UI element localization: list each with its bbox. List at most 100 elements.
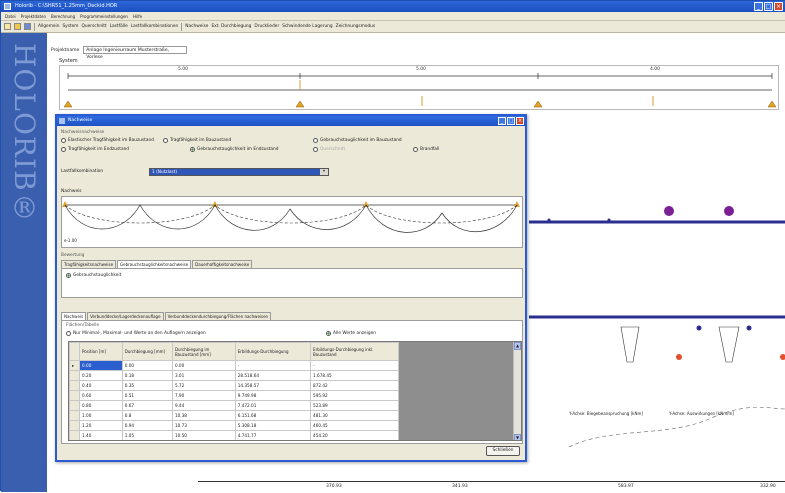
column-header[interactable]: Durchbiegung im Bauzustand [mm] [171, 342, 236, 361]
table-cell[interactable]: 1.20 [79, 420, 123, 431]
table-row[interactable]: 1.40 1.05 10.50 4.741.77 454.20 [69, 430, 399, 440]
table-cell[interactable]: 10.73 [171, 420, 236, 431]
toolbar-general[interactable]: Allgemein [38, 24, 59, 29]
maximize-icon[interactable]: □ [507, 117, 515, 125]
menu-settings[interactable]: Programmeinstellungen [80, 12, 128, 20]
table-row[interactable]: 0.40 0.35 5.72 14.358.57 872.42 [69, 380, 399, 391]
toolbar-bearing[interactable]: Schwindende Lagerung [282, 24, 332, 29]
close-icon[interactable]: × [516, 117, 524, 125]
open-folder-icon[interactable] [14, 23, 21, 30]
scroll-up-icon[interactable]: ▲ [514, 342, 521, 350]
minimize-icon[interactable]: _ [754, 2, 763, 11]
table-cell[interactable]: 6.151.68 [234, 410, 312, 421]
radio-service-construction[interactable]: Gebrauchstauglichkeit im Bauzustand [313, 138, 402, 143]
menu-help[interactable]: Hilfe [133, 12, 142, 20]
table-cell[interactable]: 7.90 [171, 390, 236, 401]
radio-minmax-only[interactable]: Nur Minimal-, Maximal- und Werte an den … [66, 331, 206, 336]
table-row[interactable]: 0.80 0.67 9.44 7.472.01 523.89 [69, 400, 399, 411]
table-cell[interactable]: 0.67 [121, 400, 173, 411]
tab-support-bearing[interactable]: Verbunddecke/Lagerdeckenauflage [87, 312, 164, 320]
tab-durability[interactable]: Dauerhaftigkeitsnachweise [192, 260, 253, 268]
toolbar-loadcases[interactable]: Lastfälle [110, 24, 128, 29]
radio-elastic-construction[interactable]: Elastischer Tragfähigkeit im Bauzustand [61, 138, 154, 143]
table-cell[interactable]: 9.44 [171, 400, 236, 411]
table-cell[interactable]: 7.472.01 [234, 400, 312, 411]
menu-file[interactable]: Datei [5, 12, 16, 20]
table-cell[interactable]: 460.45 [310, 420, 399, 431]
toolbar-deflection[interactable]: Ext. Durchbiegung [211, 24, 251, 29]
column-header[interactable]: Erbildungs-Durchbiegung [234, 342, 312, 361]
scroll-down-icon[interactable]: ▼ [514, 434, 521, 440]
table-cell[interactable]: 0.00 [79, 360, 123, 371]
menu-project[interactable]: Projektdaten [21, 12, 46, 20]
table-row[interactable]: 0.60 0.51 7.90 9.749.98 595.92 [69, 390, 399, 401]
table-cell[interactable]: 0.40 [79, 380, 123, 391]
project-name-field[interactable]: Anlage Ingenieurraum Musterstraße, Vorle… [83, 46, 188, 60]
table-cell[interactable]: - [234, 360, 312, 371]
table-cell[interactable]: 9.749.98 [234, 390, 312, 401]
column-header[interactable]: Durchbiegung [mm] [121, 342, 173, 361]
table-row[interactable]: 0.20 0.18 3.01 28.518.64 1.678.45 [69, 370, 399, 381]
table-row[interactable]: 1.00 0.8 10.38 6.151.68 481.30 [69, 410, 399, 421]
table-cell[interactable]: 10.50 [171, 430, 236, 440]
table-cell[interactable]: 0.80 [79, 400, 123, 411]
column-header[interactable]: Position [m] [79, 342, 123, 361]
toolbar-pressure[interactable]: Drucklieder [254, 24, 279, 29]
toolbar-system[interactable]: System [62, 24, 78, 29]
table-cell[interactable]: 5.72 [171, 380, 236, 391]
table-cell[interactable]: 1.40 [79, 430, 123, 440]
toolbar-section[interactable]: Querschnitt [81, 24, 106, 29]
radio-strength-construction[interactable]: Tragfähigkeit im Bauzustand [163, 138, 231, 143]
tab-serviceability[interactable]: Gebrauchstauglichkeitsnachweise [117, 260, 192, 268]
table-cell[interactable]: 1.678.45 [310, 370, 399, 381]
table-cell[interactable]: 0.00 [171, 360, 236, 371]
table-cell[interactable]: 0.94 [121, 420, 173, 431]
save-icon[interactable] [24, 23, 31, 30]
table-cell[interactable]: 4.741.77 [234, 430, 312, 440]
toolbar-proofs[interactable]: Nachweise [185, 24, 208, 29]
radio-serviceability[interactable]: Gebrauchstauglichkeit [66, 273, 121, 278]
table-cell[interactable]: 523.89 [310, 400, 399, 411]
toolbar-drawing[interactable]: Zeichnungsmodus [336, 24, 376, 29]
table-cell[interactable]: 0.00 [121, 360, 173, 371]
table-cell[interactable]: 5.308.18 [234, 420, 312, 431]
table-cell[interactable]: 3.01 [171, 370, 236, 381]
table-cell[interactable]: 1.00 [79, 410, 123, 421]
radio-fire[interactable]: Brandfall [413, 147, 439, 152]
table-cell[interactable]: 14.358.57 [234, 380, 312, 391]
table-scrollbar[interactable]: ▲ ▼ [513, 342, 521, 440]
radio-service-final[interactable]: Gebrauchstauglichkeit im Endzustand [190, 147, 279, 152]
table-cell[interactable]: 0.35 [121, 380, 173, 391]
table-row[interactable]: ▸ 0.00 0.00 0.00- - [69, 360, 399, 371]
table-cell[interactable]: 28.518.64 [234, 370, 312, 381]
chevron-down-icon[interactable]: ▾ [320, 169, 328, 175]
radio-label: Gebrauchstauglichkeit im Bauzustand [320, 138, 402, 143]
table-row[interactable]: 1.20 0.94 10.73 5.308.18 460.45 [69, 420, 399, 431]
radio-all-values[interactable]: Alle Werte anzeigen [326, 331, 376, 336]
close-icon[interactable]: × [774, 2, 783, 11]
toolbar-combinations[interactable]: Lastfallkombinationen [131, 24, 179, 29]
table-cell[interactable]: 454.20 [310, 430, 399, 440]
tab-strength[interactable]: Tragfähigkeitsnachweise [61, 260, 117, 268]
radio-strength-final[interactable]: Tragfähigkeit im Endzustand [61, 147, 129, 152]
menu-calc[interactable]: Berechnung [51, 12, 75, 20]
table-cell[interactable]: - [310, 360, 399, 371]
table-cell[interactable]: 595.92 [310, 390, 399, 401]
table-cell[interactable]: 0.60 [79, 390, 123, 401]
table-cell[interactable]: 481.30 [310, 410, 399, 421]
maximize-icon[interactable]: □ [764, 2, 773, 11]
table-cell[interactable]: 0.18 [121, 370, 173, 381]
close-button[interactable]: Schließen [486, 446, 520, 456]
minimize-icon[interactable]: _ [498, 117, 506, 125]
table-cell[interactable]: 1.05 [121, 430, 173, 440]
table-cell[interactable]: 0.8 [121, 410, 173, 421]
table-cell[interactable]: 0.51 [121, 390, 173, 401]
new-file-icon[interactable] [4, 23, 11, 30]
tab-nachweis[interactable]: Nachweis [61, 312, 87, 320]
table-cell[interactable]: 872.42 [310, 380, 399, 391]
table-cell[interactable]: 0.20 [79, 370, 123, 381]
loadcase-select[interactable]: 1 (Nutzlast) ▾ [149, 168, 329, 176]
column-header[interactable]: Erbildungs-Durchbiegung inkl. Bauzustand [310, 342, 399, 361]
tab-deflection-areas[interactable]: Verbunddeckendurchbiegung/Flächen nachwe… [164, 312, 272, 320]
table-cell[interactable]: 10.38 [171, 410, 236, 421]
